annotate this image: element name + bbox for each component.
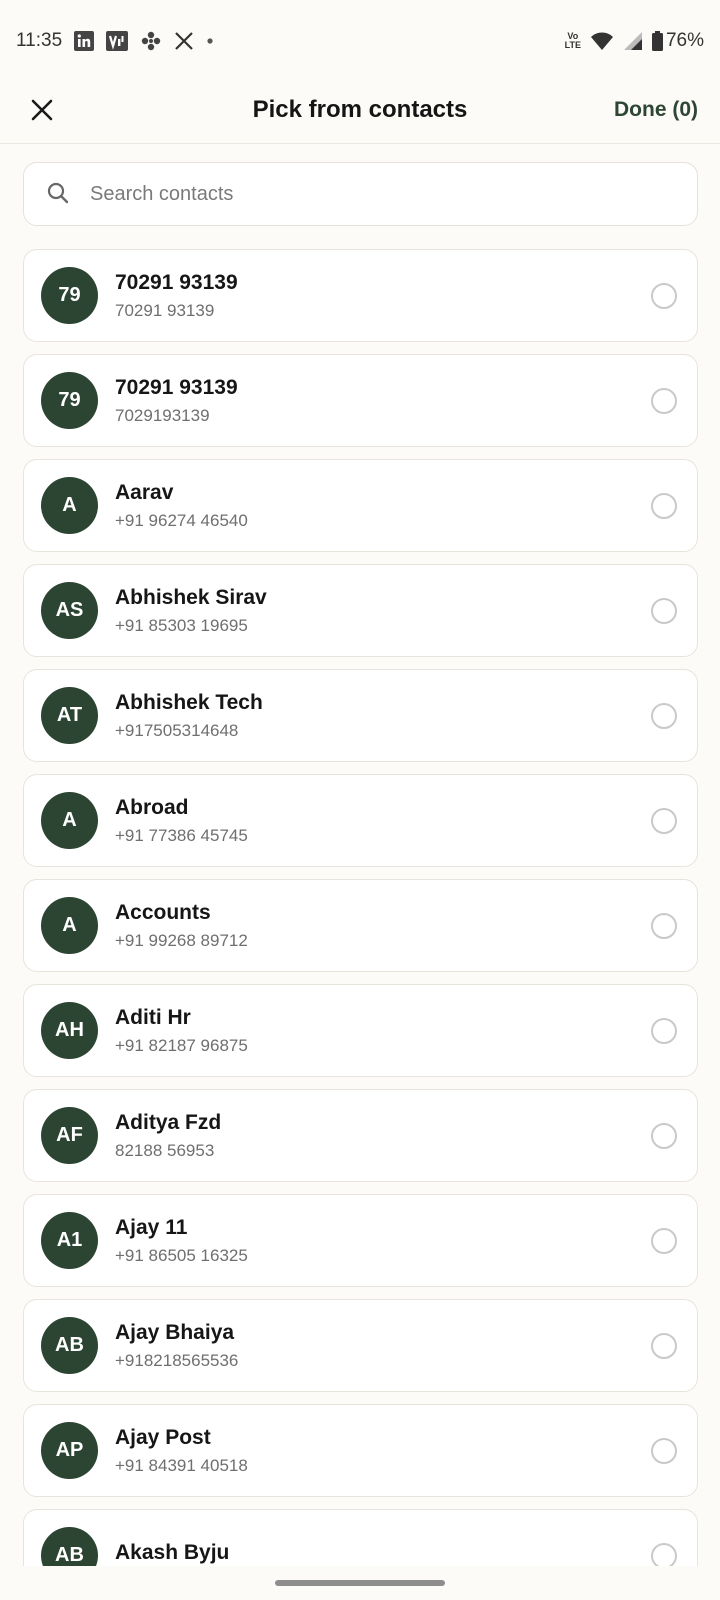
contact-name: Abhishek Tech	[115, 691, 263, 714]
contact-name: Aditi Hr	[115, 1006, 191, 1029]
avatar: AB	[41, 1317, 98, 1374]
volte-icon: Vo LTE	[564, 31, 581, 50]
avatar: A	[41, 477, 98, 534]
contact-name: 70291 93139	[115, 271, 238, 294]
battery-indicator: 76%	[651, 30, 704, 52]
select-radio[interactable]	[651, 387, 677, 414]
select-radio[interactable]	[651, 597, 677, 624]
avatar: AP	[41, 1422, 98, 1479]
contact-name: Ajay Post	[115, 1426, 211, 1449]
contact-name: Ajay Bhaiya	[115, 1321, 235, 1344]
search-bar[interactable]	[23, 162, 698, 226]
contact-phone: 82188 56953	[115, 1141, 215, 1160]
select-radio[interactable]	[651, 1542, 677, 1566]
contact-item[interactable]: A Accounts +91 99268 89712	[23, 879, 698, 972]
contact-name: Abroad	[115, 796, 189, 819]
avatar: A	[41, 897, 98, 954]
contact-item[interactable]: AB Akash Byju	[23, 1509, 698, 1566]
select-radio[interactable]	[651, 1227, 677, 1254]
gesture-nav-bar	[0, 1566, 720, 1600]
contact-name: 70291 93139	[115, 376, 238, 399]
avatar: AS	[41, 582, 98, 639]
contact-item[interactable]: A Abroad +91 77386 45745	[23, 774, 698, 867]
contact-item[interactable]: AS Abhishek Sirav +91 85303 19695	[23, 564, 698, 657]
done-button[interactable]: Done (0)	[614, 92, 698, 128]
select-radio[interactable]	[651, 492, 677, 519]
select-radio[interactable]	[651, 912, 677, 939]
contact-item[interactable]: AH Aditi Hr +91 82187 96875	[23, 984, 698, 1077]
select-radio[interactable]	[651, 1332, 677, 1359]
contact-phone: +91 99268 89712	[115, 931, 248, 950]
avatar: A	[41, 792, 98, 849]
contact-item[interactable]: 79 70291 93139 70291 93139	[23, 249, 698, 342]
select-radio[interactable]	[651, 1017, 677, 1044]
pinwheel-icon	[140, 30, 162, 52]
wifi-icon	[590, 31, 614, 51]
battery-icon	[651, 31, 663, 51]
avatar: AT	[41, 687, 98, 744]
contact-name: Ajay 11	[115, 1216, 188, 1239]
contact-name: Akash Byju	[115, 1541, 230, 1564]
contact-name: Abhishek Sirav	[115, 586, 267, 609]
contact-phone: +91 85303 19695	[115, 616, 248, 635]
contact-name: Accounts	[115, 901, 211, 924]
contact-phone: 70291 93139	[115, 301, 215, 320]
search-icon	[46, 181, 72, 207]
status-bar: 11:35 Vo LTE 76%	[0, 0, 720, 82]
signal-icon	[623, 31, 643, 51]
select-radio[interactable]	[651, 1122, 677, 1149]
contact-phone: +91 84391 40518	[115, 1456, 248, 1475]
contact-item[interactable]: A Aarav +91 96274 46540	[23, 459, 698, 552]
dot-icon	[206, 37, 214, 45]
x-icon	[174, 31, 194, 51]
contact-item[interactable]: AB Ajay Bhaiya +918218565536	[23, 1299, 698, 1392]
contact-phone: +91 82187 96875	[115, 1036, 248, 1055]
page-title: Pick from contacts	[252, 96, 468, 123]
contact-phone: +917505314648	[115, 721, 239, 740]
contact-name: Aarav	[115, 481, 174, 504]
vi-icon	[106, 31, 129, 51]
contact-item[interactable]: AT Abhishek Tech +917505314648	[23, 669, 698, 762]
top-app-bar: Pick from contacts Done (0)	[0, 82, 720, 144]
contact-item[interactable]: AF Aditya Fzd 82188 56953	[23, 1089, 698, 1182]
home-handle[interactable]	[275, 1580, 445, 1586]
linkedin-icon	[74, 31, 95, 51]
search-input[interactable]	[90, 182, 675, 206]
select-radio[interactable]	[651, 807, 677, 834]
contact-phone: 7029193139	[115, 406, 210, 425]
select-radio[interactable]	[651, 702, 677, 729]
avatar: AB	[41, 1527, 98, 1566]
contact-item[interactable]: 79 70291 93139 7029193139	[23, 354, 698, 447]
contact-list[interactable]: 79 70291 93139 70291 93139 79 70291 9313…	[23, 249, 698, 1566]
contact-phone: +918218565536	[115, 1351, 239, 1370]
contact-phone: +91 96274 46540	[115, 511, 248, 530]
avatar: AF	[41, 1107, 98, 1164]
select-radio[interactable]	[651, 1437, 677, 1464]
contact-phone: +91 77386 45745	[115, 826, 248, 845]
avatar: 79	[41, 372, 98, 429]
contact-item[interactable]: AP Ajay Post +91 84391 40518	[23, 1404, 698, 1497]
contact-name: Aditya Fzd	[115, 1111, 222, 1134]
battery-percent: 76%	[665, 30, 704, 51]
avatar: AH	[41, 1002, 98, 1059]
contact-item[interactable]: A1 Ajay 11 +91 86505 16325	[23, 1194, 698, 1287]
avatar: 79	[41, 267, 98, 324]
avatar: A1	[41, 1212, 98, 1269]
contact-phone: +91 86505 16325	[115, 1246, 248, 1265]
status-time: 11:35	[16, 30, 63, 51]
select-radio[interactable]	[651, 282, 677, 309]
